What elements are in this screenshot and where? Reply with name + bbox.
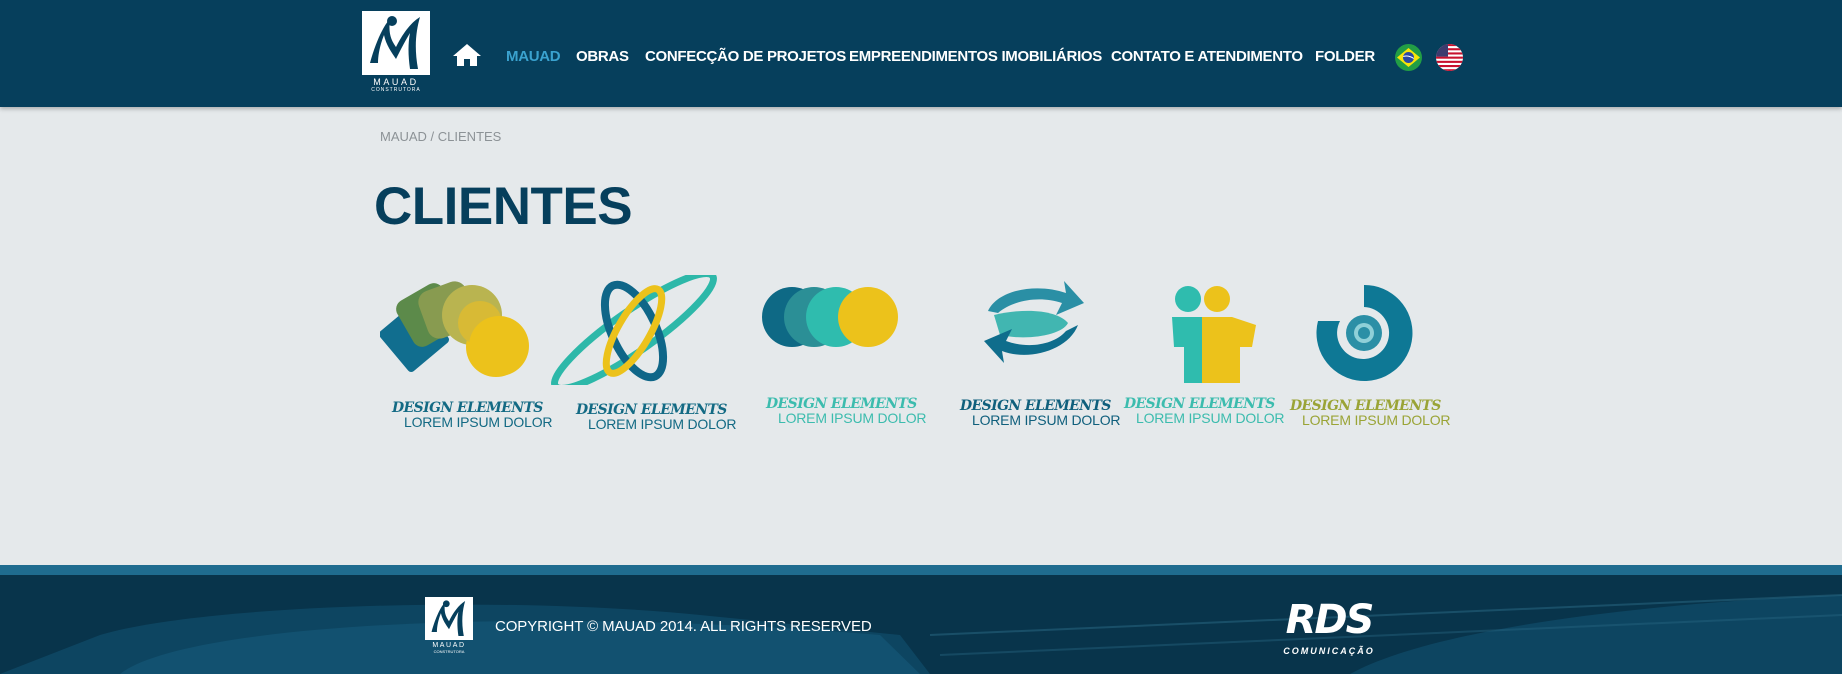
footer-stripe <box>0 565 1842 575</box>
copyright-text: COPYRIGHT © MAUAD 2014. ALL RIGHTS RESER… <box>495 618 872 635</box>
client-line-2: LOREM IPSUM DOLOR <box>404 414 553 430</box>
client-line-1: DESIGN ELEMENTS <box>392 400 543 416</box>
client-line-1: DESIGN ELEMENTS <box>1124 396 1275 412</box>
brazil-flag-icon[interactable] <box>1395 44 1422 71</box>
logo-subtitle: CONSTRUTORA <box>371 87 421 93</box>
client-caption: DESIGN ELEMENTS LOREM IPSUM DOLOR <box>392 401 552 430</box>
nav-item-contato-e-atendimento[interactable]: CONTATO E ATENDIMENTO <box>1111 48 1303 65</box>
client-line-2: LOREM IPSUM DOLOR <box>1302 412 1451 428</box>
client-caption: DESIGN ELEMENTS LOREM IPSUM DOLOR <box>1290 399 1450 428</box>
client-logo-3[interactable]: DESIGN ELEMENTS LOREM IPSUM DOLOR <box>762 275 932 435</box>
top-navigation-bar: MAUAD CONSTRUTORA MAUAD OBRAS CONFECÇÃO … <box>0 0 1842 107</box>
overlapping-squares-circles-logo <box>380 281 529 377</box>
mauad-logo-mark-icon <box>425 597 473 640</box>
client-caption: DESIGN ELEMENTS LOREM IPSUM DOLOR <box>960 399 1120 428</box>
footer <box>0 565 1842 674</box>
client-line-1: DESIGN ELEMENTS <box>960 398 1111 414</box>
usa-flag-icon[interactable] <box>1436 44 1463 71</box>
nav-item-folder[interactable]: FOLDER <box>1315 48 1375 65</box>
client-line-2: LOREM IPSUM DOLOR <box>972 412 1121 428</box>
client-logo-6[interactable]: DESIGN ELEMENTS LOREM IPSUM DOLOR <box>1290 275 1460 435</box>
client-caption: DESIGN ELEMENTS LOREM IPSUM DOLOR <box>766 397 926 426</box>
breadcrumb: MAUAD / CLIENTES <box>380 129 502 144</box>
nav-item-obras[interactable]: OBRAS <box>576 48 629 65</box>
footer-logo-subtitle: CONSTRUTORA <box>433 649 465 654</box>
rds-logo-subtitle: COMUNICAÇÃO <box>1283 646 1375 656</box>
four-circles-logo <box>762 287 898 347</box>
swirl-arrows-logo <box>984 281 1084 363</box>
client-line-1: DESIGN ELEMENTS <box>576 402 727 418</box>
footer-mauad-logo[interactable]: MAUAD CONSTRUTORA <box>425 597 473 659</box>
client-line-1: DESIGN ELEMENTS <box>766 396 917 412</box>
nav-item-confeccao-de-projetos[interactable]: CONFECÇÃO DE PROJETOS <box>645 48 846 65</box>
client-line-2: LOREM IPSUM DOLOR <box>588 416 737 432</box>
orbit-ellipses-logo <box>551 275 717 385</box>
client-logo-5[interactable]: DESIGN ELEMENTS LOREM IPSUM DOLOR <box>1124 275 1294 435</box>
client-caption: DESIGN ELEMENTS LOREM IPSUM DOLOR <box>576 403 736 432</box>
client-line-1: DESIGN ELEMENTS <box>1290 398 1441 414</box>
two-people-logo <box>1172 286 1256 383</box>
client-logo-4[interactable]: DESIGN ELEMENTS LOREM IPSUM DOLOR <box>958 275 1128 435</box>
footer-building-background <box>0 575 1842 674</box>
client-line-2: LOREM IPSUM DOLOR <box>778 410 927 426</box>
page-title: CLIENTES <box>374 177 633 236</box>
rds-agency-logo[interactable]: RDS COMUNICAÇÃO <box>1276 597 1382 656</box>
nav-item-mauad[interactable]: MAUAD <box>506 48 561 65</box>
nav-item-empreendimentos-imobiliarios[interactable]: EMPREENDIMENTOS IMOBILIÁRIOS <box>849 48 1102 65</box>
rds-logo-text: RDS <box>1286 599 1373 639</box>
client-caption: DESIGN ELEMENTS LOREM IPSUM DOLOR <box>1124 397 1284 426</box>
footer-logo-name: MAUAD <box>432 642 466 649</box>
logo-name: MAUAD <box>373 77 419 87</box>
client-logo-2[interactable]: DESIGN ELEMENTS LOREM IPSUM DOLOR <box>546 275 736 435</box>
client-line-2: LOREM IPSUM DOLOR <box>1136 410 1285 426</box>
rds-logo-icon: RDS <box>1286 597 1375 643</box>
ring-target-logo <box>1316 284 1413 381</box>
main-menu: MAUAD OBRAS CONFECÇÃO DE PROJETOS EMPREE… <box>0 48 1842 68</box>
client-logo-1[interactable]: DESIGN ELEMENTS LOREM IPSUM DOLOR <box>380 275 552 435</box>
